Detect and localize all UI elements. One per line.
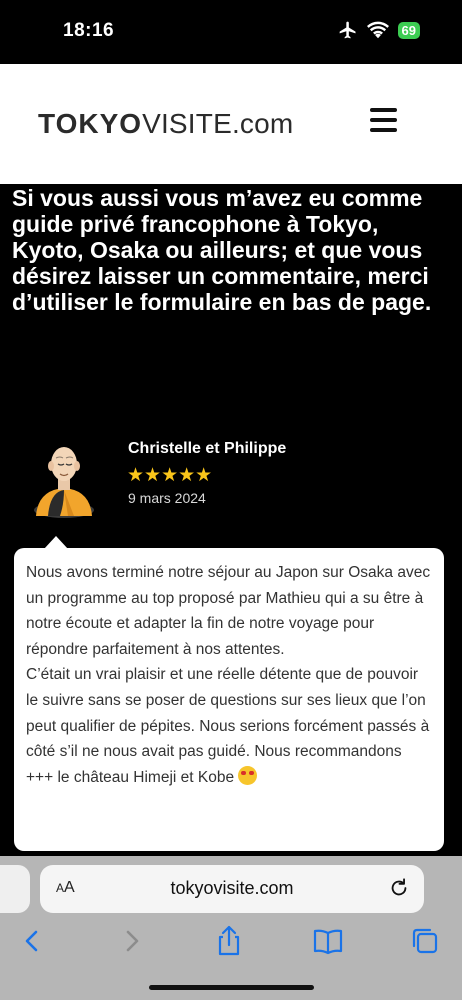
rating-stars: ★★★★★: [127, 465, 213, 486]
battery-icon: 69: [397, 21, 420, 39]
address-bar[interactable]: AA tokyovisite.com: [40, 865, 424, 913]
previous-tab-preview[interactable]: [0, 865, 30, 913]
reload-icon[interactable]: [388, 877, 410, 899]
hamburger-icon[interactable]: [370, 108, 400, 134]
wifi-icon: [366, 21, 389, 39]
site-logo[interactable]: TOKYOVISITE.com: [38, 108, 293, 140]
forward-icon[interactable]: [115, 924, 149, 958]
status-icons: 69: [338, 20, 420, 40]
review-paragraph-2: C’était un vrai plaisir et une réelle dé…: [26, 662, 432, 790]
review-bubble: Nous avons terminé notre séjour au Japon…: [14, 548, 444, 851]
review-paragraph-1: Nous avons terminé notre séjour au Japon…: [26, 564, 431, 658]
star-struck-emoji-icon: [238, 765, 258, 785]
review-date: 9 mars 2024: [128, 490, 206, 506]
back-icon[interactable]: [15, 924, 49, 958]
share-icon[interactable]: [212, 924, 246, 958]
bookmarks-icon[interactable]: [311, 924, 345, 958]
review-paragraph-2-text: C’était un vrai plaisir et une réelle dé…: [26, 666, 430, 786]
logo-regular-text: VISITE.com: [142, 108, 294, 139]
airplane-icon: [339, 21, 356, 39]
reviewer-name: Christelle et Philippe: [128, 440, 287, 457]
home-indicator[interactable]: [149, 985, 314, 990]
logo-bold-text: TOKYO: [38, 108, 143, 139]
url-text: tokyovisite.com: [170, 878, 294, 898]
status-time: 18:16: [63, 20, 115, 41]
site-header: TOKYOVISITE.com: [0, 64, 462, 184]
avatar: [34, 447, 94, 518]
browser-bottom-bar: AA tokyovisite.com: [0, 856, 462, 1000]
intro-text: Si vous aussi vous m’avez eu comme guide…: [12, 185, 432, 315]
browser-toolbar: [0, 924, 462, 964]
status-bar: 18:16 69: [0, 0, 462, 64]
tabs-icon[interactable]: [408, 924, 442, 958]
battery-level: 69: [401, 22, 416, 38]
